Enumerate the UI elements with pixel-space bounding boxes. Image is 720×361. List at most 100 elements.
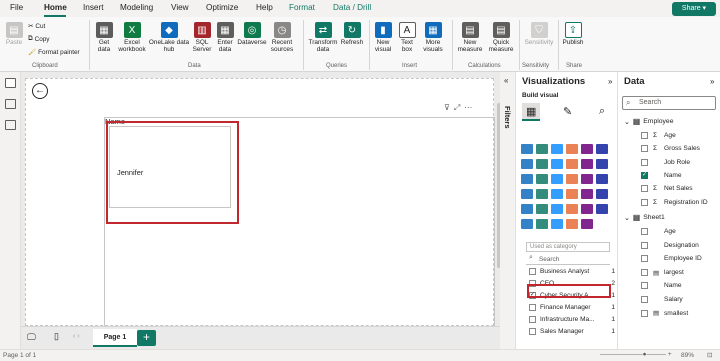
- visual-type-icon[interactable]: [521, 174, 533, 184]
- filter-value-item[interactable]: Infrastructure Ma... 1: [529, 316, 615, 323]
- filters-pane-collapsed[interactable]: « Filters: [500, 72, 516, 349]
- visual-type-icon[interactable]: [596, 189, 608, 199]
- zoom-slider[interactable]: –——————●——— +: [600, 351, 672, 358]
- focus-icon[interactable]: ⤢: [454, 103, 464, 112]
- add-page-button[interactable]: +: [137, 330, 156, 346]
- checkbox[interactable]: [641, 241, 648, 249]
- checkbox[interactable]: [641, 145, 648, 153]
- page-tab[interactable]: Page 1: [93, 329, 137, 347]
- collapse-data-icon[interactable]: »: [710, 77, 714, 86]
- visual-type-icon[interactable]: [521, 219, 533, 229]
- fit-page-icon[interactable]: ⊡: [707, 351, 712, 359]
- visual-type-icon[interactable]: [536, 144, 548, 154]
- tab-help[interactable]: Help: [256, 3, 273, 12]
- sensitivity-button[interactable]: ⛉ Sensitivity: [522, 22, 556, 46]
- checkbox[interactable]: [641, 269, 648, 276]
- checkbox[interactable]: [641, 282, 648, 289]
- tab-insert[interactable]: Insert: [83, 3, 103, 12]
- more-options-icon[interactable]: ⋯: [464, 103, 476, 112]
- checkbox[interactable]: [641, 198, 648, 206]
- visual-type-icon[interactable]: [581, 159, 593, 169]
- visual-type-icon[interactable]: [566, 159, 578, 169]
- paste-button[interactable]: ▤ Paste: [4, 22, 24, 46]
- visual-type-icon[interactable]: [551, 174, 563, 184]
- prev-page-icon[interactable]: ‹ ›: [73, 333, 80, 340]
- checkbox[interactable]: [529, 316, 536, 323]
- share-button[interactable]: Share ▾: [672, 2, 716, 16]
- recent-sources-button[interactable]: ◷ Recent sources: [268, 22, 296, 53]
- desktop-layout-icon[interactable]: 🖵: [27, 332, 36, 343]
- checkbox[interactable]: [641, 132, 648, 139]
- tab-home[interactable]: Home: [44, 3, 67, 12]
- visual-type-icon[interactable]: [536, 174, 548, 184]
- report-view-icon[interactable]: [5, 78, 16, 88]
- tab-optimize[interactable]: Optimize: [206, 3, 238, 12]
- format-painter-button[interactable]: 🖌 Format painter: [28, 48, 80, 57]
- model-view-icon[interactable]: [5, 120, 16, 130]
- tab-format[interactable]: Format: [289, 3, 315, 12]
- field-item[interactable]: Job Role: [641, 158, 690, 166]
- text-box-button[interactable]: A Text box: [396, 22, 418, 53]
- format-icon[interactable]: ✎: [563, 105, 572, 118]
- mobile-layout-icon[interactable]: ▯: [54, 331, 59, 342]
- visual-type-icon[interactable]: [536, 204, 548, 214]
- field-item[interactable]: Age: [641, 228, 676, 235]
- checkbox[interactable]: [641, 228, 648, 235]
- visual-type-icon[interactable]: [596, 144, 608, 154]
- category-dropdown[interactable]: Used as category: [526, 242, 610, 252]
- refresh-button[interactable]: ↻ Refresh: [340, 22, 364, 46]
- checkbox[interactable]: [641, 295, 648, 303]
- visual-type-icon[interactable]: [551, 204, 563, 214]
- filter-value-item[interactable]: Sales Manager 1: [529, 328, 615, 335]
- visual-type-icon[interactable]: [551, 159, 563, 169]
- more-visuals-button[interactable]: ▦ More visuals: [420, 22, 446, 53]
- visual-header-icons[interactable]: ⊽⤢⋯: [444, 103, 476, 113]
- quick-measure-button[interactable]: ▤ Quick measure: [486, 22, 516, 53]
- field-item[interactable]: Designation: [641, 241, 699, 249]
- filter-value-item[interactable]: Business Analyst 1: [529, 268, 615, 275]
- visual-type-icon[interactable]: [536, 219, 548, 229]
- visual-type-icon[interactable]: [521, 204, 533, 214]
- report-page[interactable]: ← Name ⊽⤢⋯ Jennifer: [25, 78, 501, 332]
- checkbox[interactable]: [529, 304, 536, 311]
- checkbox[interactable]: ✓: [641, 171, 648, 179]
- field-item[interactable]: ✓ Name: [641, 171, 682, 179]
- analytics-icon[interactable]: ⌕: [599, 105, 605, 118]
- field-item[interactable]: Σ Gross Sales: [641, 145, 700, 153]
- excel-workbook-button[interactable]: X Excel workbook: [117, 22, 147, 53]
- visual-type-icon[interactable]: [581, 174, 593, 184]
- data-search-input[interactable]: Search: [622, 96, 716, 110]
- visual-type-icon[interactable]: [596, 204, 608, 214]
- new-visual-button[interactable]: ▮ New visual: [372, 22, 394, 53]
- field-item[interactable]: Σ Age: [641, 132, 676, 139]
- publish-button[interactable]: ⇪ Publish: [561, 22, 585, 46]
- transform-data-button[interactable]: ⇄ Transform data: [307, 22, 339, 53]
- enter-data-button[interactable]: ▦ Enter data: [214, 22, 236, 53]
- checkbox[interactable]: [641, 255, 648, 262]
- field-item[interactable]: Salary: [641, 295, 683, 303]
- copy-button[interactable]: ⧉ Copy: [28, 35, 50, 43]
- visual-type-icon[interactable]: [566, 204, 578, 214]
- filter-value-item[interactable]: Finance Manager 1: [529, 304, 615, 311]
- checkbox[interactable]: [529, 328, 536, 335]
- visual-type-icon[interactable]: [551, 144, 563, 154]
- table-view-icon[interactable]: [5, 99, 16, 109]
- visual-type-icon[interactable]: [566, 144, 578, 154]
- visual-type-icon[interactable]: [566, 189, 578, 199]
- visual-type-icon[interactable]: [596, 174, 608, 184]
- field-item[interactable]: ▤ smallest: [641, 309, 688, 317]
- visual-type-icon[interactable]: [521, 159, 533, 169]
- visual-type-icon[interactable]: [521, 189, 533, 199]
- tab-modeling[interactable]: Modeling: [120, 3, 153, 12]
- visual-type-icon[interactable]: [521, 144, 533, 154]
- back-arrow-icon[interactable]: ←: [32, 83, 48, 99]
- checkbox[interactable]: [529, 268, 536, 275]
- field-item[interactable]: Σ Net Sales: [641, 185, 693, 193]
- get-data-button[interactable]: ▦ Get data: [93, 22, 115, 53]
- visual-type-icon[interactable]: [581, 144, 593, 154]
- filter-search-input[interactable]: Search: [526, 255, 610, 265]
- visual-type-icon[interactable]: [566, 219, 578, 229]
- field-item[interactable]: Name: [641, 282, 682, 289]
- visual-type-icon[interactable]: [581, 219, 593, 229]
- filter-icon[interactable]: ⊽: [444, 103, 454, 112]
